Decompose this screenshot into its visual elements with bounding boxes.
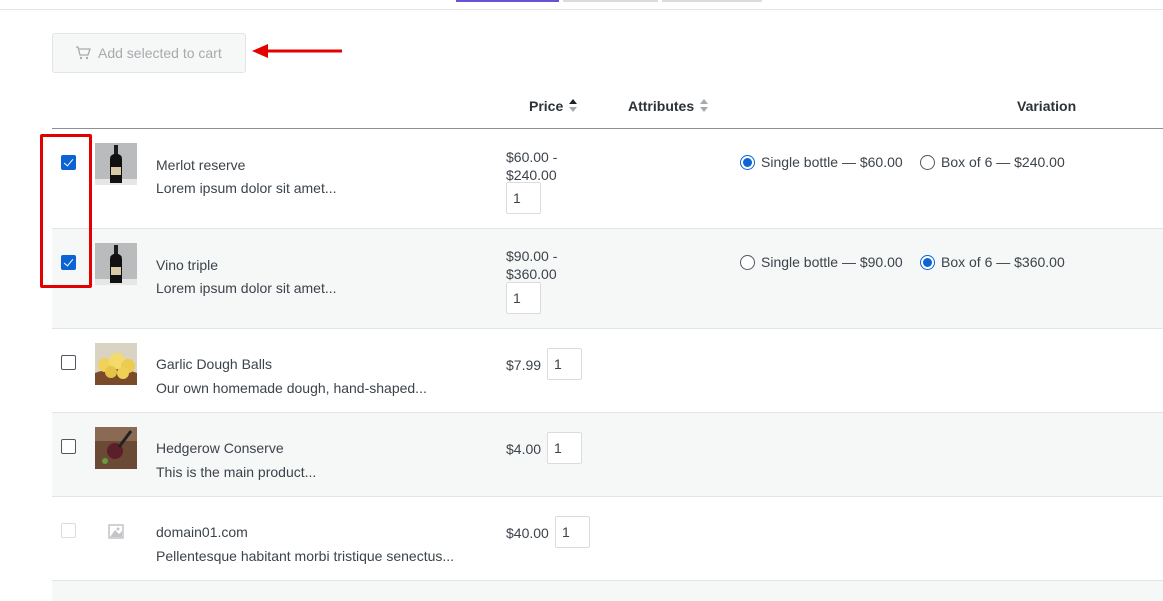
product-thumbnail-dough-balls[interactable] [95,343,137,385]
red-arrow-annotation [252,44,342,58]
product-description: Lorem ipsum dolor sit amet... [156,280,337,296]
red-highlight-annotation [40,134,92,288]
radio-button[interactable] [920,254,935,270]
product-description: This is the main product... [156,464,317,480]
product-name[interactable]: Hedgerow Conserve [156,440,284,456]
quantity-input[interactable]: 1 [547,348,582,380]
table-row: Garlic Dough Balls Our own homemade doug… [52,329,1163,413]
table-row-partial [52,581,1163,601]
product-thumbnail-conserve[interactable] [95,427,137,469]
product-thumbnail-wine-bottle[interactable] [95,143,137,185]
product-description: Lorem ipsum dolor sit amet... [156,180,337,196]
row-checkbox[interactable] [61,355,76,370]
column-header-attributes[interactable]: Attributes [628,98,709,114]
product-price: $7.99 [506,357,542,373]
variation-option-box-of-6[interactable]: Box of 6 — $240.00 [920,154,1065,170]
table-row: Vino triple Lorem ipsum dolor sit amet..… [52,229,1163,329]
quantity-input[interactable]: 1 [506,282,541,314]
variation-option-single-bottle[interactable]: Single bottle — $60.00 [740,154,903,170]
top-divider [0,9,1163,10]
product-price: $90.00 - $360.00 [506,248,558,282]
add-selected-to-cart-button[interactable]: Add selected to cart [52,33,246,73]
table-row: Merlot reserve Lorem ipsum dolor sit ame… [52,129,1163,229]
table-row: Hedgerow Conserve This is the main produ… [52,413,1163,497]
row-checkbox-disabled [61,523,76,538]
product-name[interactable]: Vino triple [156,257,218,273]
column-header-variation: Variation [1017,98,1077,114]
product-thumbnail-wine-bottle[interactable] [95,243,137,285]
variation-option-box-of-6[interactable]: Box of 6 — $360.00 [920,254,1065,270]
radio-button[interactable] [920,154,935,170]
sort-arrows-icon [700,99,709,113]
product-price: $40.00 [506,525,549,541]
row-checkbox[interactable] [61,439,76,454]
quantity-input[interactable]: 1 [506,182,541,214]
add-selected-label: Add selected to cart [98,45,222,61]
column-header-price[interactable]: Price [529,98,578,114]
sort-arrows-icon [569,99,578,113]
cart-icon [76,46,91,60]
radio-button[interactable] [740,154,755,170]
product-price: $4.00 [506,441,542,457]
quantity-input[interactable]: 1 [547,432,582,464]
product-description: Pellentesque habitant morbi tristique se… [156,548,455,564]
product-price: $60.00 - $240.00 [506,149,558,183]
tab-active-indicator[interactable] [456,0,559,2]
radio-button[interactable] [740,254,755,270]
tab-indicator[interactable] [662,0,762,2]
product-name[interactable]: Merlot reserve [156,157,245,173]
table-row: domain01.com Pellentesque habitant morbi… [52,497,1163,581]
quantity-input[interactable]: 1 [555,516,590,548]
tab-indicator[interactable] [563,0,658,2]
variation-option-single-bottle[interactable]: Single bottle — $90.00 [740,254,903,270]
product-name[interactable]: Garlic Dough Balls [156,356,272,372]
image-placeholder-icon [95,511,137,553]
product-name[interactable]: domain01.com [156,524,248,540]
product-description: Our own homemade dough, hand-shaped... [156,380,427,396]
